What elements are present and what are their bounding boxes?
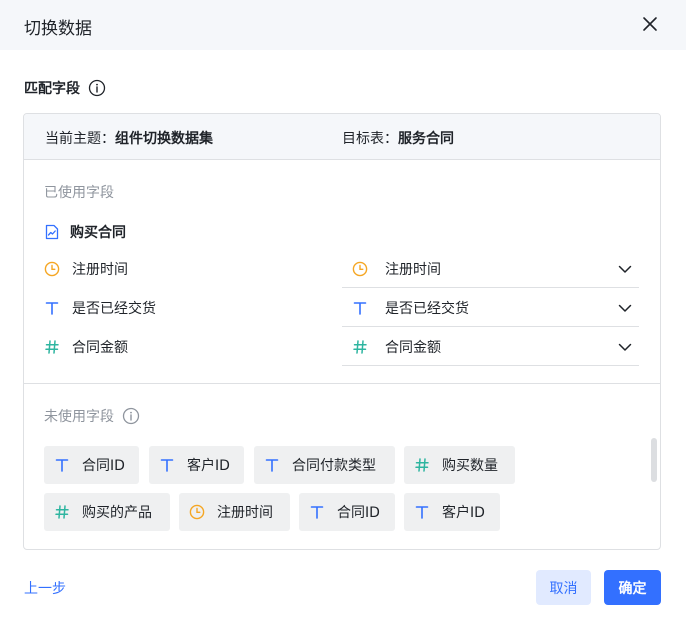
unused-field-chip[interactable]: 合同ID (44, 446, 139, 484)
source-field-label: 合同金额 (72, 340, 128, 356)
source-field: 是否已经交货 (44, 298, 156, 318)
chart-file-icon (44, 224, 60, 240)
confirm-button[interactable]: 确定 (604, 570, 661, 605)
unused-field-chip[interactable]: 客户ID (404, 493, 500, 531)
unused-fields-title: 未使用字段 (44, 406, 140, 426)
panel-header: 当前主题：组件切换数据集 目标表：服务合同 (24, 114, 660, 160)
match-fields-title: 匹配字段 (24, 78, 106, 98)
chip-label: 合同ID (337, 505, 380, 521)
number-hash-icon (414, 457, 430, 473)
text-type-icon (352, 300, 368, 316)
text-type-icon (44, 300, 60, 316)
current-theme: 当前主题：组件切换数据集 (45, 128, 213, 148)
target-field-select[interactable]: 合同金额 (342, 328, 639, 366)
source-field-label: 注册时间 (72, 262, 128, 278)
target-table-label: 目标表： (342, 131, 398, 147)
target-field-select[interactable]: 是否已经交货 (342, 289, 639, 327)
unused-field-chip[interactable]: 购买的产品 (44, 493, 170, 531)
number-hash-icon (352, 339, 368, 355)
dialog-title: 切换数据 (24, 19, 92, 39)
chevron-down-icon (617, 261, 633, 277)
group-title-label: 购买合同 (70, 225, 126, 241)
source-field-label: 是否已经交货 (72, 301, 156, 317)
chevron-down-icon (617, 300, 633, 316)
cancel-button[interactable]: 取消 (536, 570, 591, 605)
unused-field-chip[interactable]: 注册时间 (179, 493, 290, 531)
group-title: 购买合同 (44, 222, 126, 242)
text-type-icon (309, 504, 325, 520)
chip-label: 客户ID (187, 458, 230, 474)
match-fields-label: 匹配字段 (24, 81, 80, 97)
text-type-icon (54, 457, 70, 473)
text-type-icon (414, 504, 430, 520)
chip-label: 注册时间 (217, 505, 273, 521)
clock-icon (189, 504, 205, 520)
chip-label: 合同ID (82, 458, 125, 474)
used-fields-label: 已使用字段 (44, 185, 114, 201)
mapping-row: 是否已经交货 是否已经交货 (24, 289, 660, 327)
current-theme-value: 组件切换数据集 (115, 131, 213, 147)
source-field: 注册时间 (44, 259, 128, 279)
target-field-label: 是否已经交货 (385, 301, 469, 317)
field-mapping-panel: 当前主题：组件切换数据集 目标表：服务合同 已使用字段 购买合同 注册时间 注册… (23, 113, 661, 550)
previous-step-link[interactable]: 上一步 (24, 578, 66, 598)
chip-label: 购买的产品 (82, 505, 152, 521)
current-theme-label: 当前主题： (45, 131, 115, 147)
number-hash-icon (54, 504, 70, 520)
target-table: 目标表：服务合同 (342, 128, 454, 148)
mapping-row: 合同金额 合同金额 (24, 328, 660, 366)
mapping-row: 注册时间 注册时间 (24, 250, 660, 288)
target-table-value: 服务合同 (398, 131, 454, 147)
text-type-icon (264, 457, 280, 473)
dialog-header: 切换数据 (0, 0, 686, 50)
chip-label: 客户ID (442, 505, 485, 521)
clock-icon (44, 261, 60, 277)
unused-field-chip[interactable]: 合同付款类型 (254, 446, 395, 484)
info-icon[interactable] (88, 79, 106, 97)
text-type-icon (159, 457, 175, 473)
target-field-label: 注册时间 (385, 262, 441, 278)
chevron-down-icon (617, 339, 633, 355)
close-icon[interactable] (640, 14, 660, 34)
unused-field-chip[interactable]: 购买数量 (404, 446, 515, 484)
unused-field-chip[interactable]: 客户ID (149, 446, 244, 484)
unused-fields-label: 未使用字段 (44, 409, 114, 425)
clock-icon (352, 261, 368, 277)
target-field-select[interactable]: 注册时间 (342, 250, 639, 288)
target-field-label: 合同金额 (385, 340, 441, 356)
scrollbar-thumb[interactable] (651, 438, 657, 482)
info-icon[interactable] (122, 407, 140, 425)
number-hash-icon (44, 339, 60, 355)
chip-label: 购买数量 (442, 458, 498, 474)
chip-label: 合同付款类型 (292, 458, 376, 474)
section-divider (24, 383, 660, 384)
source-field: 合同金额 (44, 337, 128, 357)
unused-field-chip[interactable]: 合同ID (299, 493, 395, 531)
